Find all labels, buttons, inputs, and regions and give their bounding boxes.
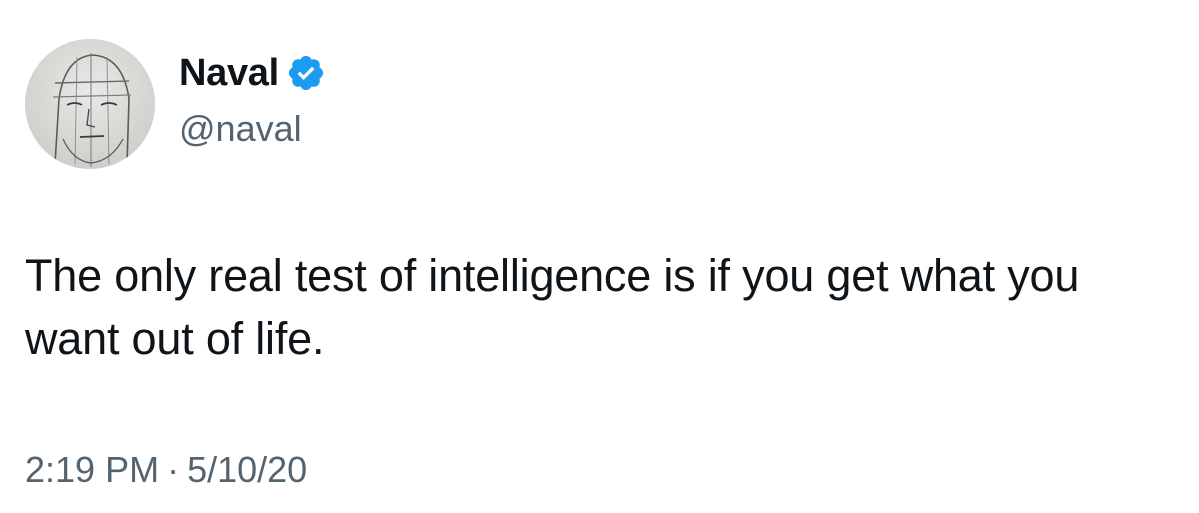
tweet-time: 2:19 PM xyxy=(25,449,160,490)
author-name-row: Naval xyxy=(179,49,326,97)
author-handle[interactable]: @naval xyxy=(179,106,302,152)
tweet-text: The only real test of intelligence is if… xyxy=(25,250,1080,364)
author-display-name[interactable]: Naval xyxy=(179,49,279,97)
verified-badge-icon[interactable] xyxy=(286,53,326,93)
tweet-timestamp[interactable]: 2:19 PM · 5/10/20 xyxy=(25,447,307,493)
tweet-date: 5/10/20 xyxy=(187,449,308,490)
tweet-card: Naval @naval The only real test of intel… xyxy=(0,0,1199,513)
timestamp-separator: · xyxy=(167,449,180,490)
avatar[interactable] xyxy=(25,39,155,169)
sketched-face-icon xyxy=(25,39,155,169)
